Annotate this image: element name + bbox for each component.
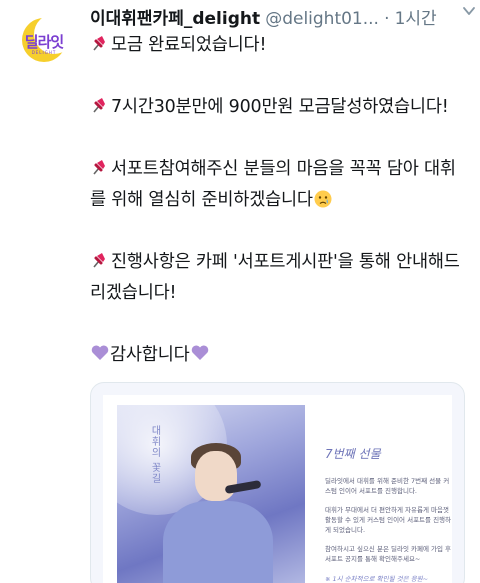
card-paragraph: 딜라잇에서 대휘를 위해 준비한 7번째 선물 커스텀 인이어 서포트를 진행합… xyxy=(325,477,450,495)
card-paragraph: 참여하시고 싶으신 분은 딜라잇 카페에 가입 후 서포트 공지를 통해 확인해… xyxy=(325,545,452,563)
account-handle[interactable]: @delight01... xyxy=(265,9,379,29)
support-notice-text: 7번째 선물 딜라잇에서 대휘를 위해 준비한 7번째 선물 커스텀 인이어 서… xyxy=(325,445,455,583)
pushpin-icon xyxy=(93,36,105,51)
tweet-line: 7시간30분만에 900만원 모금달성하였습니다! xyxy=(90,92,470,123)
profile-avatar[interactable]: 딜라잇 DELIGHT xyxy=(18,14,70,66)
tweet-header: 이대휘팬카페_delight @delight01... · 1시간 xyxy=(90,4,470,30)
vertical-caption: 대휘의 꽃길 xyxy=(149,425,160,485)
card-footnote: ※ 1시 순차적으로 확인될 것은 응원~ xyxy=(325,575,429,583)
tweet-line: 감사합니다 xyxy=(90,340,470,371)
separator-dot: · xyxy=(384,9,390,29)
tweet-timestamp[interactable]: 1시간 xyxy=(395,9,437,29)
singer-photo: 대휘의 꽃길 xyxy=(117,405,305,583)
avatar-logo-text: 딜라잇 xyxy=(24,33,64,51)
crying-face-icon xyxy=(314,190,332,208)
tweet-body: 모금 완료되었습니다! 7시간30분만에 900만원 모금달성하였습니다! 서포… xyxy=(90,30,470,371)
chevron-down-icon[interactable] xyxy=(462,4,476,18)
pushpin-icon xyxy=(93,160,105,175)
purple-heart-icon xyxy=(191,345,208,360)
tweet-line: 모금 완료되었습니다! xyxy=(90,30,470,61)
tweet-line: 서포트참여해주신 분들의 마음을 꼭꼭 담아 대휘를 위해 열심히 준비하겠습니… xyxy=(90,159,456,210)
pushpin-icon xyxy=(93,253,105,268)
card-title: 7번째 선물 xyxy=(325,447,381,461)
purple-heart-icon xyxy=(91,345,109,360)
tweet-line: 진행사항은 카페 '서포트게시판'을 통해 안내해드리겠습니다! xyxy=(90,252,460,303)
card-paragraph: 대휘가 무대에서 더 편안하게 자유롭게 마음껏 활동할 수 있게 커스텀 인이… xyxy=(325,506,452,534)
tweet-media-image[interactable]: 대휘의 꽃길 7번째 선물 딜라잇에서 대휘를 위해 준비한 7번째 선물 커스… xyxy=(90,382,465,583)
display-name[interactable]: 이대휘팬카페_delight xyxy=(90,9,260,29)
pushpin-icon xyxy=(93,98,105,113)
avatar-logo-subtext: DELIGHT xyxy=(31,50,57,55)
